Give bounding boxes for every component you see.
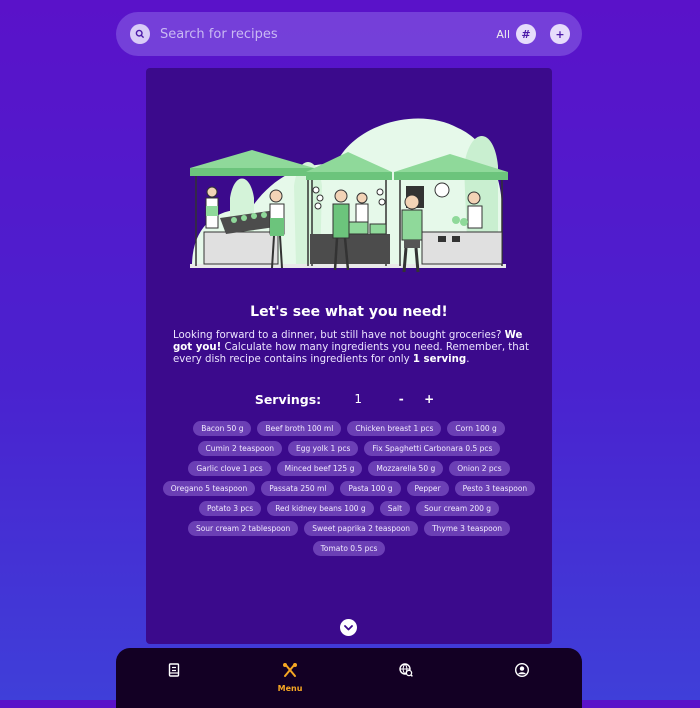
ingredient-chip: Garlic clove 1 pcs: [188, 461, 271, 476]
ingredient-list: Bacon 50 g Beef broth 100 ml Chicken breas…: [154, 421, 544, 556]
intro-text-part1: Looking forward to a dinner, but still h…: [173, 330, 505, 341]
ingredient-chip: Corn 100 g: [447, 421, 505, 436]
increase-servings-button[interactable]: +: [415, 388, 443, 410]
intro-text-bold2: 1 serving: [412, 354, 467, 365]
filter-all-label[interactable]: All: [496, 28, 510, 41]
ingredient-chip: Pasta 100 g: [340, 481, 401, 496]
globe-search-icon: [399, 662, 413, 681]
servings-stepper: Servings: 1 - +: [146, 388, 552, 410]
ingredient-chip: Fix Spaghetti Carbonara 0.5 pcs: [364, 441, 501, 456]
ingredient-chip: Red kidney beans 100 g: [267, 501, 374, 516]
nav-recipes[interactable]: [154, 662, 194, 681]
ingredient-chip: Pepper: [406, 481, 449, 496]
market-illustration: [190, 118, 508, 273]
ingredient-chip: Bacon 50 g: [193, 421, 252, 436]
ingredient-chip: Beef broth 100 ml: [257, 421, 342, 436]
nav-menu-label: Menu: [277, 684, 303, 693]
ingredient-chip: Pesto 3 teaspoon: [454, 481, 536, 496]
add-button[interactable]: +: [550, 24, 570, 44]
ingredient-chip: Cumin 2 teaspoon: [197, 441, 282, 456]
fork-knife-icon: [282, 662, 298, 682]
search-bar: All # +: [116, 12, 582, 56]
ingredient-chip: Onion 2 pcs: [449, 461, 510, 476]
ingredient-chip: Sour cream 200 g: [416, 501, 500, 516]
ingredient-chip: Minced beef 125 g: [276, 461, 363, 476]
ingredient-chip: Potato 3 pcs: [198, 501, 262, 516]
ingredient-chip: Thyme 3 teaspoon: [424, 521, 511, 536]
recipe-book-icon: [168, 662, 180, 681]
intro-text-end: .: [466, 354, 470, 365]
ingredient-chip: Mozzarella 50 g: [368, 461, 444, 476]
nav-menu[interactable]: Menu: [270, 662, 310, 693]
ingredient-chip: Chicken breast 1 pcs: [347, 421, 442, 436]
ingredient-chip: Salt: [379, 501, 411, 516]
nav-profile[interactable]: [502, 662, 542, 681]
ingredient-chip: Sour cream 2 tablespoon: [187, 521, 299, 536]
ingredient-chip: Passata 250 ml: [261, 481, 335, 496]
search-input[interactable]: [158, 25, 497, 43]
groceries-card: Let's see what you need! Looking forward…: [146, 68, 552, 644]
intro-text-part2: Calculate how many ingredients you need.…: [173, 342, 529, 365]
ingredient-chip: Oregano 5 teaspoon: [162, 481, 256, 496]
page-title: Let's see what you need!: [250, 304, 448, 320]
ingredient-chip: Tomato 0.5 pcs: [312, 541, 386, 556]
ingredient-chip: Sweet paprika 2 teaspoon: [304, 521, 419, 536]
ingredient-chip: Egg yolk 1 pcs: [287, 441, 359, 456]
chevron-down-icon[interactable]: [340, 619, 357, 636]
servings-label: Servings:: [254, 391, 322, 407]
user-icon: [514, 662, 530, 681]
decrease-servings-button[interactable]: -: [387, 388, 415, 410]
bottom-nav: Menu: [116, 648, 582, 708]
search-icon[interactable]: [130, 24, 150, 44]
intro-text: Looking forward to a dinner, but still h…: [173, 330, 529, 366]
hashtag-filter-button[interactable]: #: [516, 24, 536, 44]
nav-explore[interactable]: [386, 662, 426, 681]
servings-value: 1: [354, 392, 362, 406]
